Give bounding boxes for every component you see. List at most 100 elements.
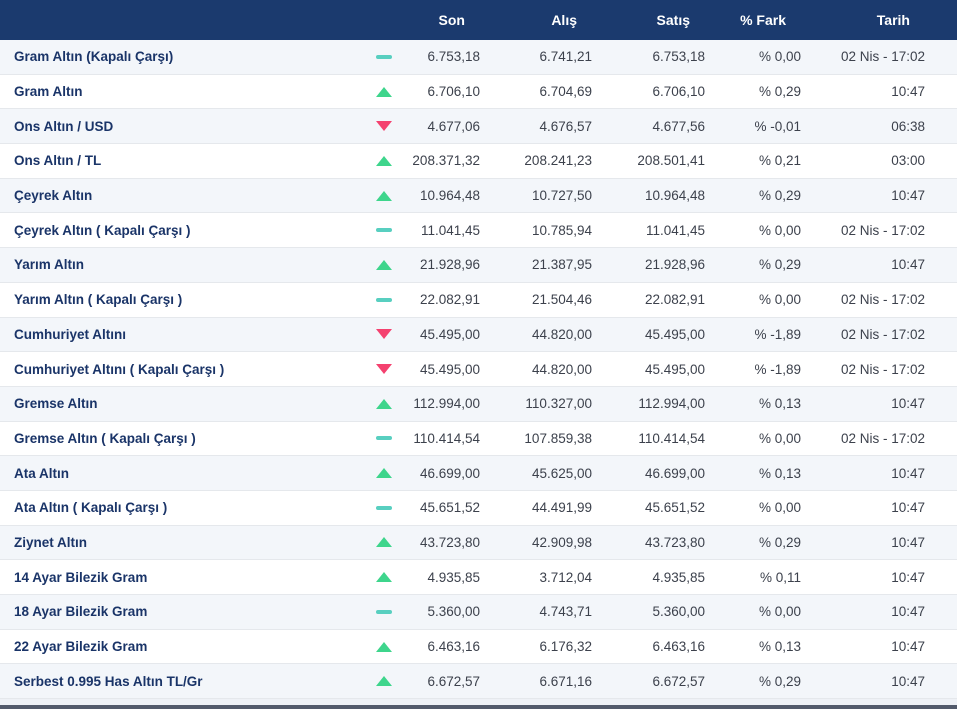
tarih-value: 02 Nis - 17:02 <box>801 223 925 238</box>
satis-value: 10.964,48 <box>592 188 705 203</box>
son-value: 21.928,96 <box>404 257 480 272</box>
satis-value: 6.753,18 <box>592 49 705 64</box>
instrument-name: 14 Ayar Bilezik Gram <box>0 570 364 585</box>
table-row[interactable]: Cumhuriyet Altını 45.495,00 44.820,00 45… <box>0 318 957 353</box>
satis-value: 6.463,16 <box>592 639 705 654</box>
trend-up-icon <box>376 399 392 409</box>
table-row[interactable]: Gram Altın 6.706,10 6.704,69 6.706,10 % … <box>0 75 957 110</box>
trend-cell <box>364 144 404 178</box>
son-value: 6.706,10 <box>404 84 480 99</box>
table-row[interactable]: Gremse Altın ( Kapalı Çarşı ) 110.414,54… <box>0 422 957 457</box>
table-row[interactable]: Çeyrek Altın ( Kapalı Çarşı ) 11.041,45 … <box>0 213 957 248</box>
son-value: 11.041,45 <box>404 223 480 238</box>
alis-value: 107.859,38 <box>480 431 592 446</box>
header-fark: % Fark <box>705 12 801 28</box>
instrument-name: 18 Ayar Bilezik Gram <box>0 604 364 619</box>
fark-value: % 0,13 <box>705 396 801 411</box>
fark-value: % 0,13 <box>705 639 801 654</box>
trend-up-icon <box>376 156 392 166</box>
tarih-value: 10:47 <box>801 674 925 689</box>
trend-cell <box>364 526 404 560</box>
instrument-name: Gremse Altın ( Kapalı Çarşı ) <box>0 431 364 446</box>
alis-value: 4.743,71 <box>480 604 592 619</box>
son-value: 6.672,57 <box>404 674 480 689</box>
table-row[interactable]: Yarım Altın ( Kapalı Çarşı ) 22.082,91 2… <box>0 283 957 318</box>
trend-cell <box>364 422 404 456</box>
fark-value: % 0,00 <box>705 500 801 515</box>
trend-flat-icon <box>376 506 392 510</box>
trend-cell <box>364 456 404 490</box>
table-row[interactable]: Serbest 0.995 Has Altın TL/Gr 6.672,57 6… <box>0 664 957 699</box>
header-son: Son <box>404 12 480 28</box>
trend-cell <box>364 213 404 247</box>
table-row[interactable]: Gram Altın (Kapalı Çarşı) 6.753,18 6.741… <box>0 40 957 75</box>
trend-cell <box>364 283 404 317</box>
satis-value: 45.495,00 <box>592 362 705 377</box>
table-row[interactable]: Ata Altın ( Kapalı Çarşı ) 45.651,52 44.… <box>0 491 957 526</box>
trend-cell <box>364 318 404 352</box>
alis-value: 42.909,98 <box>480 535 592 550</box>
son-value: 110.414,54 <box>404 431 480 446</box>
fark-value: % -1,89 <box>705 327 801 342</box>
son-value: 43.723,80 <box>404 535 480 550</box>
fark-value: % 0,00 <box>705 49 801 64</box>
table-row[interactable]: Ons Altın / TL 208.371,32 208.241,23 208… <box>0 144 957 179</box>
tarih-value: 02 Nis - 17:02 <box>801 362 925 377</box>
fark-value: % 0,00 <box>705 223 801 238</box>
tarih-value: 10:47 <box>801 604 925 619</box>
table-row[interactable]: 18 Ayar Bilezik Gram 5.360,00 4.743,71 5… <box>0 595 957 630</box>
table-row[interactable]: Ziynet Altın 43.723,80 42.909,98 43.723,… <box>0 526 957 561</box>
son-value: 4.677,06 <box>404 119 480 134</box>
alis-value: 6.741,21 <box>480 49 592 64</box>
table-row[interactable]: Gremse Altın 112.994,00 110.327,00 112.9… <box>0 387 957 422</box>
table-row[interactable]: Ons Altın / USD 4.677,06 4.676,57 4.677,… <box>0 109 957 144</box>
fark-value: % 0,00 <box>705 292 801 307</box>
table-row[interactable]: Ata Altın 46.699,00 45.625,00 46.699,00 … <box>0 456 957 491</box>
table-row[interactable]: 14 Ayar Bilezik Gram 4.935,85 3.712,04 4… <box>0 560 957 595</box>
tarih-value: 02 Nis - 17:02 <box>801 431 925 446</box>
trend-cell <box>364 248 404 282</box>
tarih-value: 02 Nis - 17:02 <box>801 49 925 64</box>
instrument-name: Ata Altın ( Kapalı Çarşı ) <box>0 500 364 515</box>
instrument-name: Yarım Altın <box>0 257 364 272</box>
alis-value: 45.625,00 <box>480 466 592 481</box>
tarih-value: 10:47 <box>801 257 925 272</box>
instrument-name: Gram Altın <box>0 84 364 99</box>
trend-up-icon <box>376 468 392 478</box>
son-value: 112.994,00 <box>404 396 480 411</box>
instrument-name: Yarım Altın ( Kapalı Çarşı ) <box>0 292 364 307</box>
fark-value: % 0,00 <box>705 604 801 619</box>
satis-value: 22.082,91 <box>592 292 705 307</box>
trend-cell <box>364 560 404 594</box>
alis-value: 6.671,16 <box>480 674 592 689</box>
son-value: 46.699,00 <box>404 466 480 481</box>
tarih-value: 02 Nis - 17:02 <box>801 292 925 307</box>
instrument-name: Serbest 0.995 Has Altın TL/Gr <box>0 674 364 689</box>
trend-up-icon <box>376 87 392 97</box>
alis-value: 6.176,32 <box>480 639 592 654</box>
tarih-value: 03:00 <box>801 153 925 168</box>
son-value: 4.935,85 <box>404 570 480 585</box>
satis-value: 43.723,80 <box>592 535 705 550</box>
trend-cell <box>364 352 404 386</box>
fark-value: % 0,29 <box>705 257 801 272</box>
fark-value: % 0,29 <box>705 84 801 99</box>
fark-value: % 0,13 <box>705 466 801 481</box>
instrument-name: Çeyrek Altın <box>0 188 364 203</box>
instrument-name: Gram Altın (Kapalı Çarşı) <box>0 49 364 64</box>
satis-value: 11.041,45 <box>592 223 705 238</box>
trend-up-icon <box>376 191 392 201</box>
alis-value: 6.704,69 <box>480 84 592 99</box>
trend-cell <box>364 40 404 74</box>
son-value: 208.371,32 <box>404 153 480 168</box>
table-row[interactable]: 22 Ayar Bilezik Gram 6.463,16 6.176,32 6… <box>0 630 957 665</box>
trend-cell <box>364 75 404 109</box>
table-row[interactable]: Cumhuriyet Altını ( Kapalı Çarşı ) 45.49… <box>0 352 957 387</box>
alis-value: 44.820,00 <box>480 327 592 342</box>
table-row[interactable]: Çeyrek Altın 10.964,48 10.727,50 10.964,… <box>0 179 957 214</box>
instrument-name: Cumhuriyet Altını ( Kapalı Çarşı ) <box>0 362 364 377</box>
trend-up-icon <box>376 572 392 582</box>
table-row[interactable]: Yarım Altın 21.928,96 21.387,95 21.928,9… <box>0 248 957 283</box>
fark-value: % -0,01 <box>705 119 801 134</box>
son-value: 45.651,52 <box>404 500 480 515</box>
